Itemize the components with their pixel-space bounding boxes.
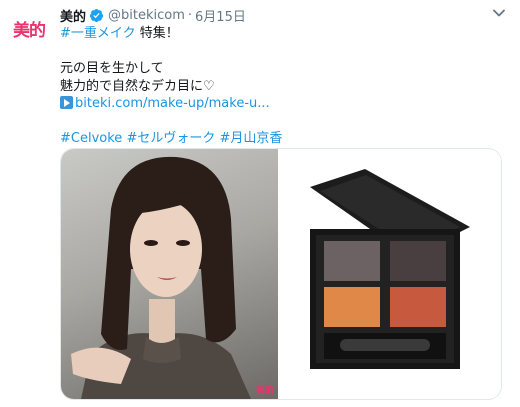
tweet-title-line: #一重メイク 特集！ (60, 25, 500, 43)
verified-badge-icon (89, 8, 104, 22)
tweet-line-2: 魅力的で自然なデカ目に♡ (60, 78, 215, 94)
media-watermark: 美的 (255, 386, 274, 396)
user-handle[interactable]: @bitekicom (108, 8, 185, 23)
tweet-line-1: 元の目を生かして (60, 61, 164, 76)
header-separator: · (187, 7, 193, 23)
tweet-card: 美的 美的 @bitekicom · 6月15日 #一重メイク 特集！ 元の目を… (0, 0, 520, 407)
hashtag-link[interactable]: #セルヴォーク (126, 131, 215, 146)
tweet-header: 美的 @bitekicom · 6月15日 (60, 6, 246, 25)
hashtag-link[interactable]: #月山京香 (219, 131, 282, 146)
hashtag-line: #Celvoke #セルヴォーク #月山京香 (60, 130, 500, 148)
avatar-logo-text: 美的 (13, 20, 46, 41)
tweet-text: #一重メイク 特集！ 元の目を生かして 魅力的で自然なデカ目に♡ biteki.… (60, 25, 500, 148)
link-arrow-icon (60, 96, 73, 109)
model-portrait-illustration (71, 156, 251, 399)
eyeshadow-palette-illustration (310, 169, 470, 369)
avatar[interactable]: 美的 (9, 8, 49, 48)
tweet-url-line: biteki.com/make-up/make-u... (60, 95, 500, 113)
product-photo[interactable] (278, 149, 501, 399)
hashtag-link[interactable]: #一重メイク (60, 26, 136, 41)
chevron-down-icon[interactable] (490, 4, 508, 22)
article-link[interactable]: biteki.com/make-up/make-u... (75, 96, 270, 111)
hashtag-link[interactable]: #Celvoke (60, 131, 122, 146)
title-suffix: 特集！ (135, 26, 179, 41)
model-photo[interactable]: 美的 (61, 149, 278, 399)
tweet-date[interactable]: 6月15日 (195, 6, 246, 25)
display-name[interactable]: 美的 (60, 6, 86, 25)
media-container[interactable]: 美的 (60, 148, 502, 400)
